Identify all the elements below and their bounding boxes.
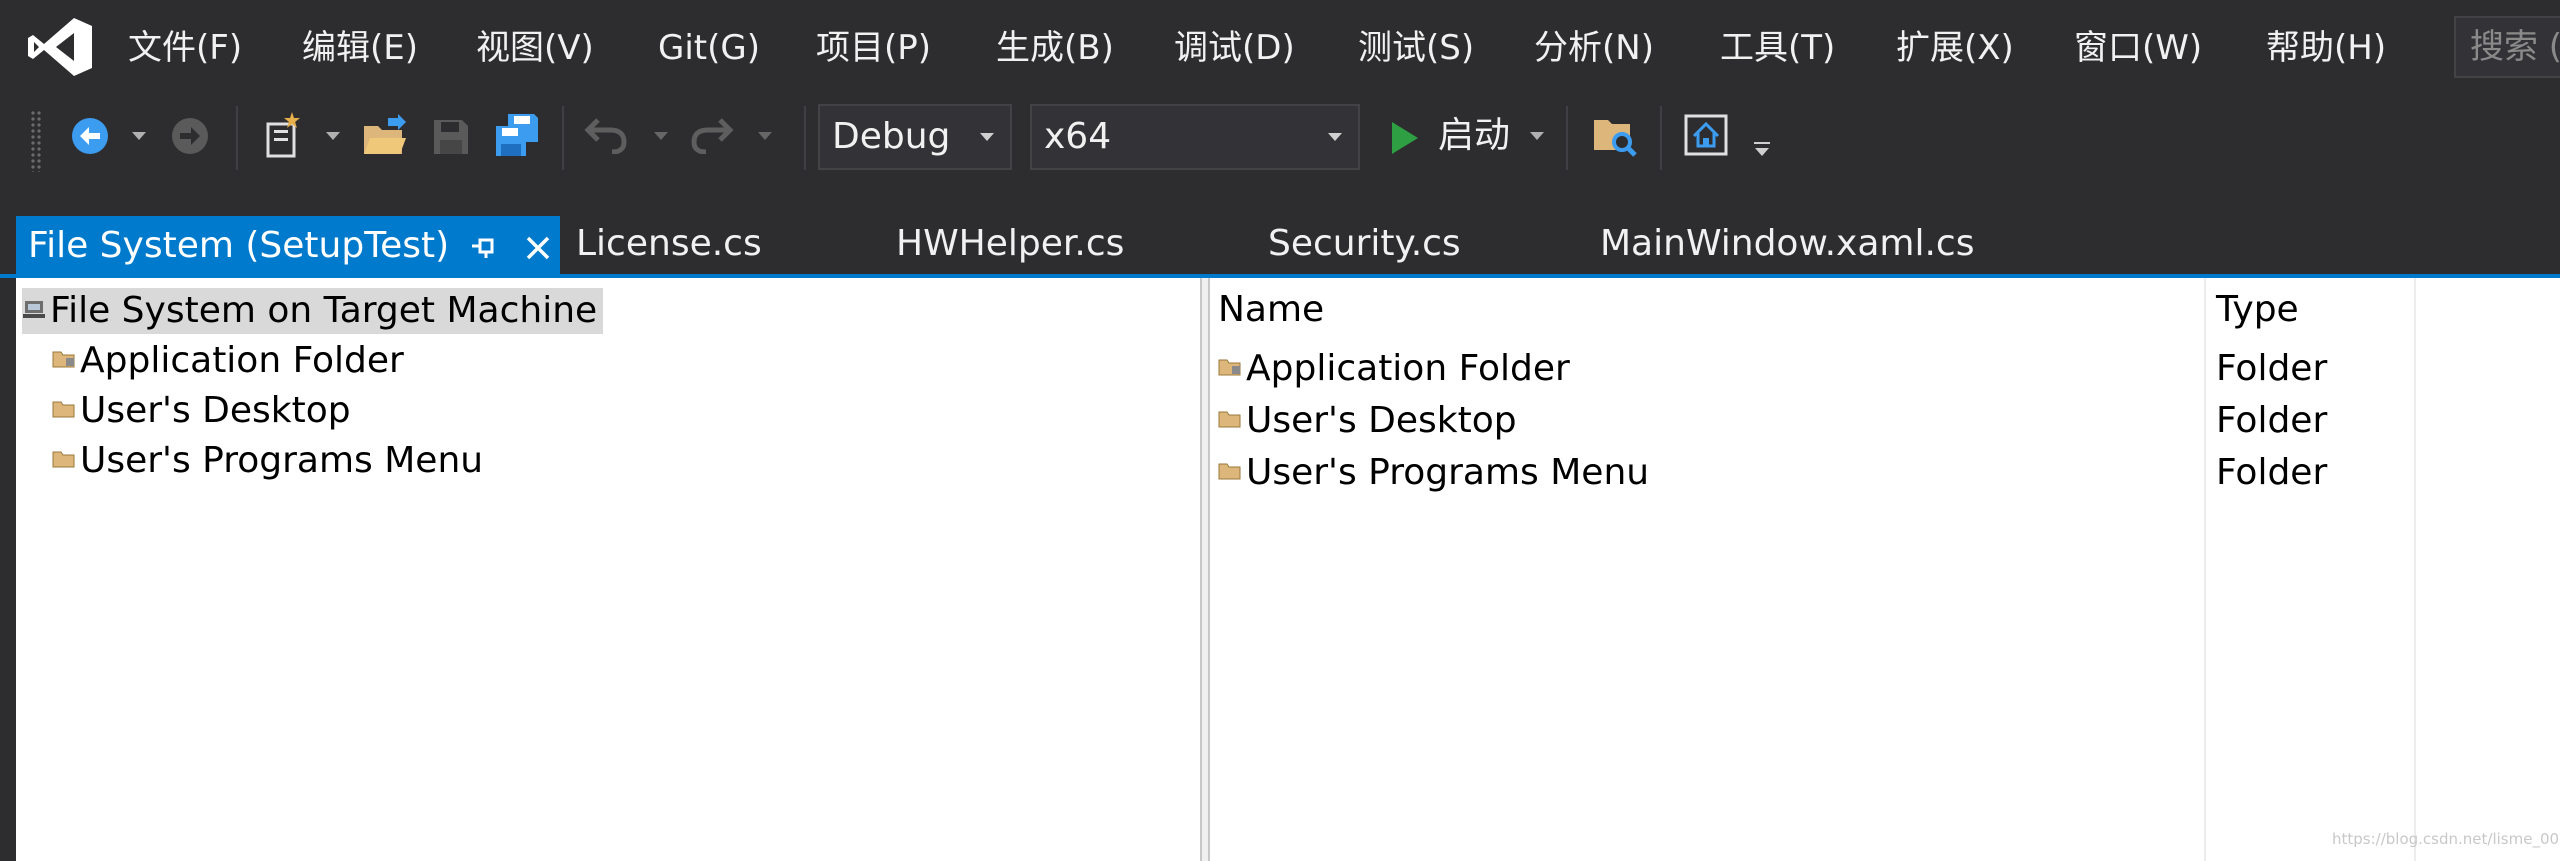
toolbar-separator xyxy=(1660,106,1662,170)
back-icon[interactable] xyxy=(70,116,110,156)
list-cell-type: Folder xyxy=(2216,452,2328,493)
tree-item-users-programs-menu[interactable]: User's Programs Menu xyxy=(52,438,483,484)
file-system-tree[interactable]: File System on Target Machine Applicatio… xyxy=(16,278,1200,861)
menu-test[interactable]: 测试(S) xyxy=(1358,26,1474,70)
menu-extensions[interactable]: 扩展(X) xyxy=(1896,26,2014,70)
menu-bar: 文件(F) 编辑(E) 视图(V) Git(G) 项目(P) 生成(B) 调试(… xyxy=(0,0,2560,96)
menu-debug[interactable]: 调试(D) xyxy=(1174,26,1295,70)
folder-icon xyxy=(52,351,75,368)
start-button[interactable]: 启动 xyxy=(1438,114,1510,158)
search-input[interactable]: 搜索 ( xyxy=(2454,16,2560,78)
platform-value: x64 xyxy=(1044,116,1112,157)
folder-icon xyxy=(1218,359,1241,376)
chevron-down-icon xyxy=(980,133,994,141)
redo-icon[interactable] xyxy=(690,114,734,154)
tab-mainwindow-xaml-cs[interactable]: MainWindow.xaml.cs xyxy=(1600,222,1974,266)
start-icon[interactable] xyxy=(1390,120,1420,156)
tree-item-users-desktop[interactable]: User's Desktop xyxy=(52,388,351,434)
menu-help[interactable]: 帮助(H) xyxy=(2266,26,2386,70)
solution-platform-dropdown[interactable]: x64 xyxy=(1030,104,1360,170)
tree-item-label: User's Desktop xyxy=(80,390,351,431)
menu-file[interactable]: 文件(F) xyxy=(128,26,242,70)
chevron-down-icon[interactable] xyxy=(654,132,668,142)
folder-icon xyxy=(1218,411,1241,428)
chevron-down-icon xyxy=(1328,133,1342,141)
list-row-users-desktop[interactable]: User's Desktop xyxy=(1218,396,1517,446)
save-icon[interactable] xyxy=(432,118,470,156)
visual-studio-window: 文件(F) 编辑(E) 视图(V) Git(G) 项目(P) 生成(B) 调试(… xyxy=(0,0,2560,861)
tree-root-label: File System on Target Machine xyxy=(50,290,598,331)
tab-license-cs[interactable]: License.cs xyxy=(576,222,762,266)
folder-icon xyxy=(52,401,75,418)
tab-security-cs[interactable]: Security.cs xyxy=(1268,222,1461,266)
menu-build[interactable]: 生成(B) xyxy=(996,26,1114,70)
list-cell-type: Folder xyxy=(2216,348,2328,389)
pin-icon[interactable] xyxy=(470,236,498,260)
home-icon[interactable] xyxy=(1684,114,1728,156)
configuration-value: Debug xyxy=(832,116,951,157)
toolbar-overflow-icon[interactable] xyxy=(1752,142,1772,158)
tab-file-system-setuptest[interactable]: File System (SetupTest) xyxy=(16,216,560,276)
column-divider[interactable] xyxy=(2204,278,2206,861)
column-header-type[interactable]: Type xyxy=(2216,286,2299,334)
tree-item-label: Application Folder xyxy=(80,340,404,381)
list-cell-name: Application Folder xyxy=(1246,348,1570,389)
folder-icon xyxy=(1218,463,1241,480)
chevron-down-icon[interactable] xyxy=(326,132,340,142)
file-system-list[interactable]: Name Type Application Folder Folder User… xyxy=(1210,278,2560,861)
list-row-users-programs-menu[interactable]: User's Programs Menu xyxy=(1218,448,1649,498)
folder-icon xyxy=(52,451,75,468)
tab-label: File System (SetupTest) xyxy=(28,225,450,266)
target-machine-icon xyxy=(23,301,45,318)
tab-hwhelper-cs[interactable]: HWHelper.cs xyxy=(896,222,1124,266)
column-divider[interactable] xyxy=(2414,278,2416,861)
toolbar-grip[interactable] xyxy=(30,110,42,172)
list-cell-name: User's Desktop xyxy=(1246,400,1517,441)
solution-configuration-dropdown[interactable]: Debug xyxy=(818,104,1012,170)
menu-window[interactable]: 窗口(W) xyxy=(2074,26,2202,70)
menu-git[interactable]: Git(G) xyxy=(658,26,760,70)
forward-icon[interactable] xyxy=(170,116,210,156)
toolbar-separator xyxy=(562,106,564,170)
menu-edit[interactable]: 编辑(E) xyxy=(302,26,418,70)
chevron-down-icon[interactable] xyxy=(758,132,772,142)
list-row-application-folder[interactable]: Application Folder xyxy=(1218,344,1570,394)
new-project-icon[interactable] xyxy=(262,110,308,160)
toolbar-separator xyxy=(236,106,238,170)
undo-icon[interactable] xyxy=(584,114,628,154)
menu-project[interactable]: 项目(P) xyxy=(816,26,931,70)
pane-splitter[interactable] xyxy=(1200,278,1210,861)
visual-studio-logo-icon[interactable] xyxy=(26,16,94,78)
open-file-icon[interactable] xyxy=(362,114,408,158)
tree-root-file-system[interactable]: File System on Target Machine xyxy=(22,288,604,334)
chevron-down-icon[interactable] xyxy=(132,132,146,142)
menu-tools[interactable]: 工具(T) xyxy=(1720,26,1835,70)
document-tab-strip: File System (SetupTest) License.cs HWHel… xyxy=(0,200,2560,276)
list-cell-type: Folder xyxy=(2216,400,2328,441)
list-cell-name: User's Programs Menu xyxy=(1246,452,1650,493)
find-in-files-icon[interactable] xyxy=(1592,114,1638,158)
watermark-text: https://blog.csdn.net/lisme_007 xyxy=(2332,830,2560,848)
menu-view[interactable]: 视图(V) xyxy=(476,26,594,70)
toolbar-separator xyxy=(804,106,806,170)
tree-item-label: User's Programs Menu xyxy=(80,440,484,481)
column-header-name[interactable]: Name xyxy=(1218,286,1324,334)
tree-item-application-folder[interactable]: Application Folder xyxy=(52,338,404,384)
save-all-icon[interactable] xyxy=(494,112,540,158)
chevron-down-icon[interactable] xyxy=(1530,132,1544,142)
close-icon[interactable] xyxy=(524,234,552,262)
toolbar-separator xyxy=(1566,106,1568,170)
standard-toolbar: Debug x64 启动 xyxy=(0,96,2560,200)
file-system-editor: File System on Target Machine Applicatio… xyxy=(16,278,2560,861)
menu-analyze[interactable]: 分析(N) xyxy=(1534,26,1654,70)
